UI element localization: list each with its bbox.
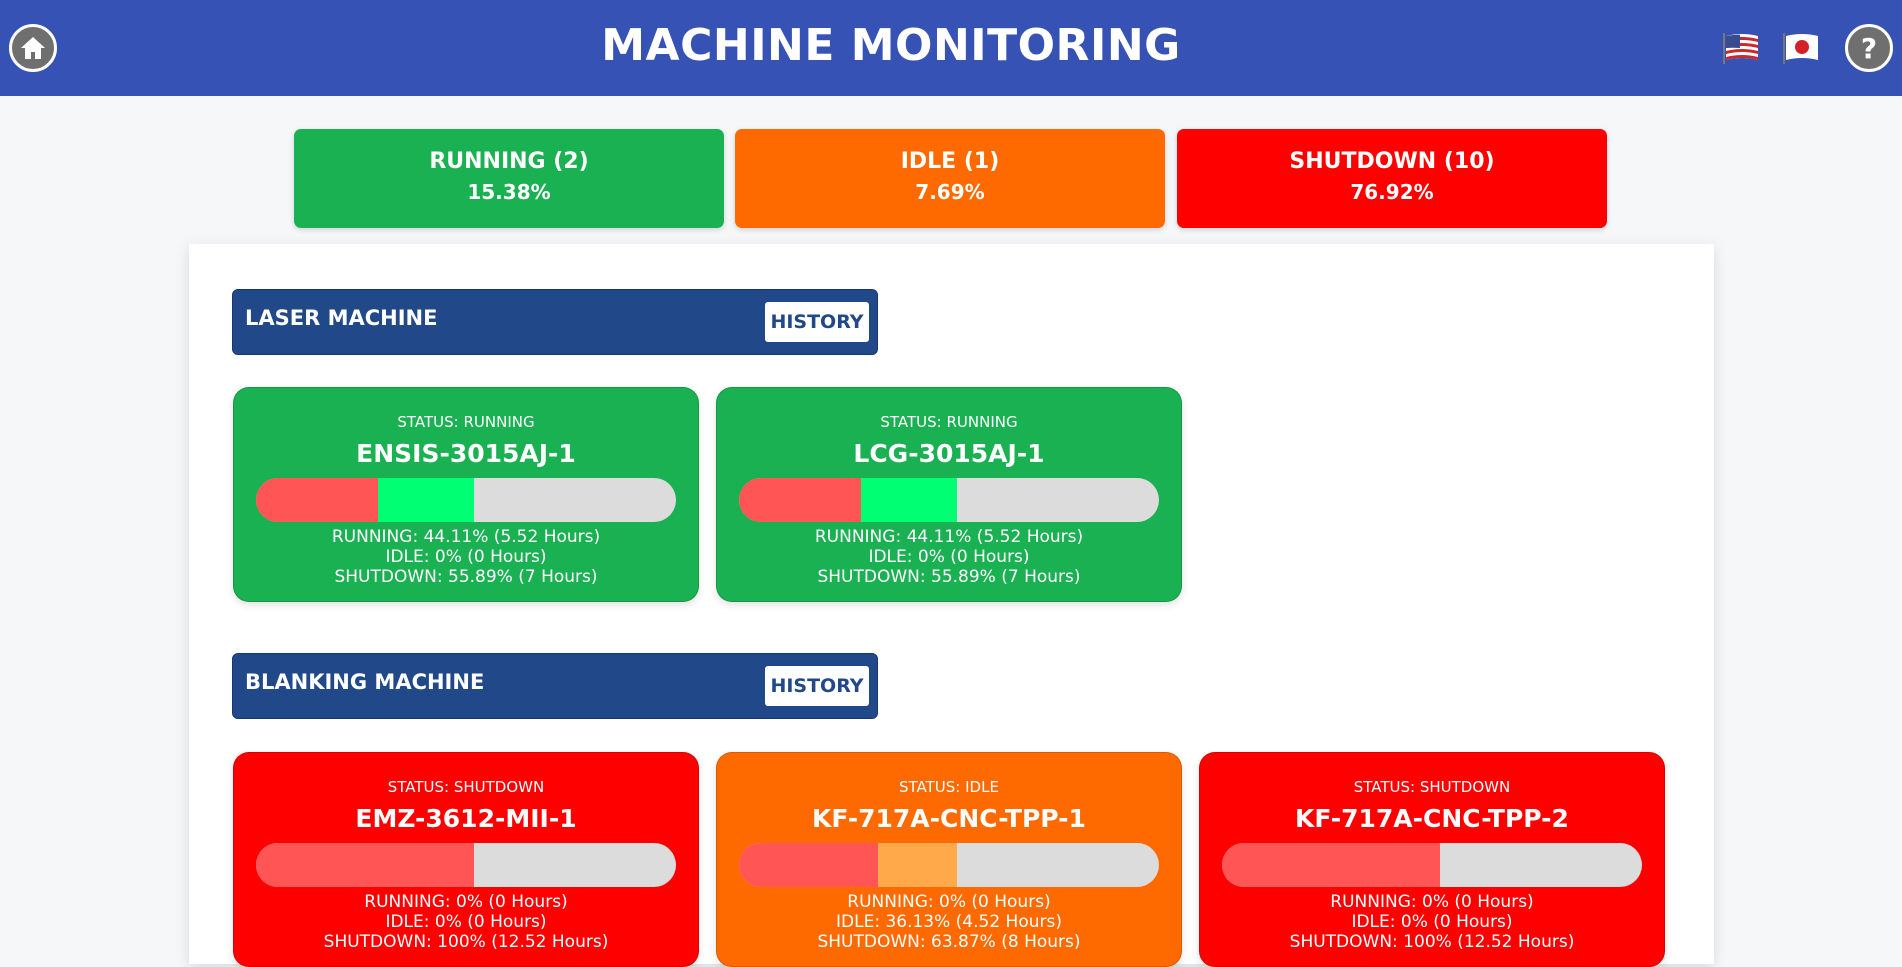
running-stat: RUNNING: 44.11% (5.52 Hours) [814,527,1084,547]
summary-idle-card[interactable]: IDLE (1) 7.69% [735,129,1165,228]
machine-name: KF-717A-CNC-TPP-1 [812,804,1086,833]
idle-stat: IDLE: 0% (0 Hours) [385,547,547,567]
idle-stat: IDLE: 36.13% (4.52 Hours) [836,912,1062,932]
group-title: LASER MACHINE [245,306,438,330]
machine-status: STATUS: SHUTDOWN [1353,778,1511,796]
utilization-bar [739,843,1159,887]
idle-stat: IDLE: 0% (0 Hours) [868,547,1030,567]
utilization-bar [256,843,676,887]
bar-idle-segment [877,843,958,887]
machine-status: STATUS: RUNNING [397,413,535,431]
idle-stat: IDLE: 0% (0 Hours) [385,912,547,932]
shutdown-stat: SHUTDOWN: 55.89% (7 Hours) [334,567,598,587]
running-stat: RUNNING: 0% (0 Hours) [364,892,568,912]
machine-card-ensis-3015aj-1[interactable]: STATUS: RUNNING ENSIS-3015AJ-1 RUNNING: … [233,387,699,602]
summary-running-label: RUNNING (2) [429,149,589,174]
shutdown-stat: SHUTDOWN: 55.89% (7 Hours) [817,567,1081,587]
summary-running-card[interactable]: RUNNING (2) 15.38% [294,129,724,228]
summary-shutdown-label: SHUTDOWN (10) [1289,149,1495,174]
running-stat: RUNNING: 44.11% (5.52 Hours) [331,527,601,547]
history-button-blanking[interactable]: HISTORY [765,666,869,706]
machine-name: LCG-3015AJ-1 [853,439,1045,468]
utilization-bar [256,478,676,522]
bar-shutdown-segment [256,478,378,522]
utilization-bar [739,478,1159,522]
summary-idle-label: IDLE (1) [900,149,1000,174]
machine-status: STATUS: RUNNING [880,413,1018,431]
idle-stat: IDLE: 0% (0 Hours) [1351,912,1513,932]
us-flag-icon[interactable] [1722,30,1762,66]
bar-shutdown-segment [1222,843,1441,887]
utilization-bar [1222,843,1642,887]
group-header-blanking-machine: BLANKING MACHINE HISTORY [232,653,878,719]
machines-panel: LASER MACHINE HISTORY STATUS: RUNNING EN… [189,244,1714,967]
bar-running-segment [377,478,475,522]
bar-shutdown-segment [256,843,475,887]
shutdown-stat: SHUTDOWN: 100% (12.52 Hours) [1289,932,1575,952]
bar-running-segment [860,478,958,522]
machine-card-kf-717a-cnc-tpp-1[interactable]: STATUS: IDLE KF-717A-CNC-TPP-1 RUNNING: … [716,752,1182,967]
shutdown-stat: SHUTDOWN: 100% (12.52 Hours) [323,932,609,952]
page-title: MACHINE MONITORING [601,20,1181,71]
help-button[interactable]: ? [1845,24,1893,72]
machine-name: KF-717A-CNC-TPP-2 [1295,804,1569,833]
top-header: MACHINE MONITORING ? [0,0,1902,96]
bar-shutdown-segment [739,843,878,887]
machine-name: ENSIS-3015AJ-1 [356,439,576,468]
question-mark-icon: ? [1860,31,1878,65]
machine-status: STATUS: IDLE [899,778,999,796]
machine-card-emz-3612-mii-1[interactable]: STATUS: SHUTDOWN EMZ-3612-MII-1 RUNNING:… [233,752,699,967]
machine-card-kf-717a-cnc-tpp-2[interactable]: STATUS: SHUTDOWN KF-717A-CNC-TPP-2 RUNNI… [1199,752,1665,967]
group-header-laser-machine: LASER MACHINE HISTORY [232,289,878,355]
bar-shutdown-segment [739,478,861,522]
running-stat: RUNNING: 0% (0 Hours) [1330,892,1534,912]
summary-shutdown-percent: 76.92% [1350,180,1434,204]
group-title: BLANKING MACHINE [245,670,485,694]
history-button-laser[interactable]: HISTORY [765,302,869,342]
shutdown-stat: SHUTDOWN: 63.87% (8 Hours) [817,932,1081,952]
summary-shutdown-card[interactable]: SHUTDOWN (10) 76.92% [1177,129,1607,228]
running-stat: RUNNING: 0% (0 Hours) [847,892,1051,912]
summary-running-percent: 15.38% [467,180,551,204]
machine-card-lcg-3015aj-1[interactable]: STATUS: RUNNING LCG-3015AJ-1 RUNNING: 44… [716,387,1182,602]
machine-name: EMZ-3612-MII-1 [355,804,577,833]
machine-status: STATUS: SHUTDOWN [387,778,545,796]
summary-idle-percent: 7.69% [915,180,985,204]
japan-flag-icon[interactable] [1782,30,1822,66]
